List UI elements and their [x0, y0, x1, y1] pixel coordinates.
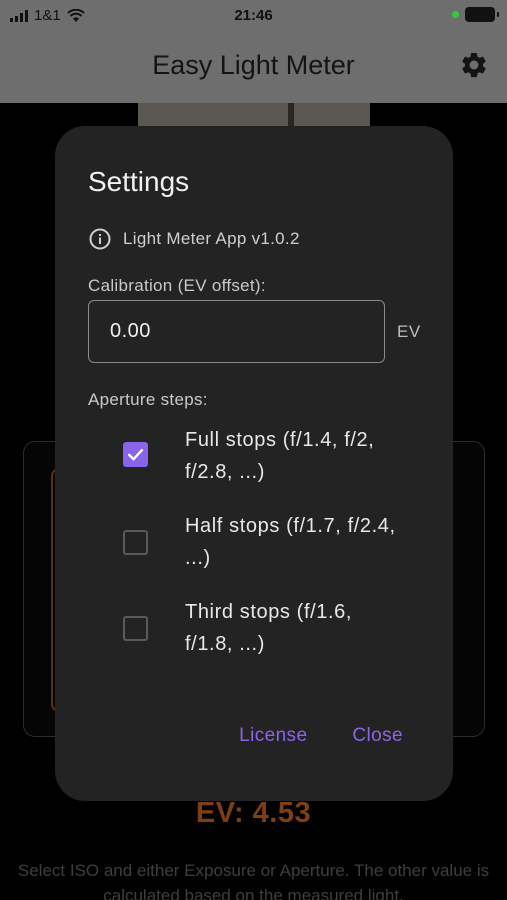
settings-dialog: Settings Light Meter App v1.0.2 Calibrat…: [55, 126, 453, 801]
license-button[interactable]: License: [239, 725, 307, 747]
status-time: 21:46: [234, 7, 273, 24]
check-icon: [127, 448, 144, 461]
version-row: Light Meter App v1.0.2: [88, 227, 300, 251]
ev-readout: EV: 4.53: [195, 797, 312, 829]
calibration-label: Calibration (EV offset):: [88, 276, 266, 295]
dialog-title: Settings: [88, 166, 190, 197]
app-screen: 1&1 21:46 Easy Light Meter EV: 4.53 Sele…: [0, 0, 507, 900]
dialog-actions: License Close: [239, 725, 403, 747]
third-stops-checkbox[interactable]: [123, 616, 148, 641]
privacy-indicator-icon: [452, 11, 459, 18]
gear-icon[interactable]: [459, 50, 489, 80]
third-stops-label: Third stops (f/1.6, f/1.8, ...): [185, 601, 353, 655]
app-bar: Easy Light Meter: [0, 32, 507, 103]
close-button[interactable]: Close: [352, 725, 403, 747]
calibration-input[interactable]: [88, 300, 385, 363]
version-text: Light Meter App v1.0.2: [123, 229, 300, 248]
option-half-stops[interactable]: Half stops (f/1.7, f/2.4, ...): [121, 510, 421, 574]
half-stops-checkbox[interactable]: [123, 530, 148, 555]
info-icon: [89, 228, 111, 250]
full-stops-checkbox[interactable]: [123, 442, 148, 467]
option-third-stops[interactable]: Third stops (f/1.6, f/1.8, ...): [121, 596, 421, 660]
app-title: Easy Light Meter: [152, 50, 355, 80]
option-full-stops[interactable]: Full stops (f/1.4, f/2, f/2.8, ...): [121, 424, 421, 488]
battery-icon: [465, 7, 499, 22]
half-stops-label: Half stops (f/1.7, f/2.4, ...): [185, 515, 396, 569]
status-right: [452, 7, 499, 22]
calibration-unit: EV: [397, 322, 421, 341]
status-bar: 1&1 21:46: [0, 0, 507, 32]
full-stops-label: Full stops (f/1.4, f/2, f/2.8, ...): [185, 429, 375, 483]
help-text: Select ISO and either Exposure or Apertu…: [17, 861, 490, 900]
aperture-steps-label: Aperture steps:: [88, 390, 208, 409]
